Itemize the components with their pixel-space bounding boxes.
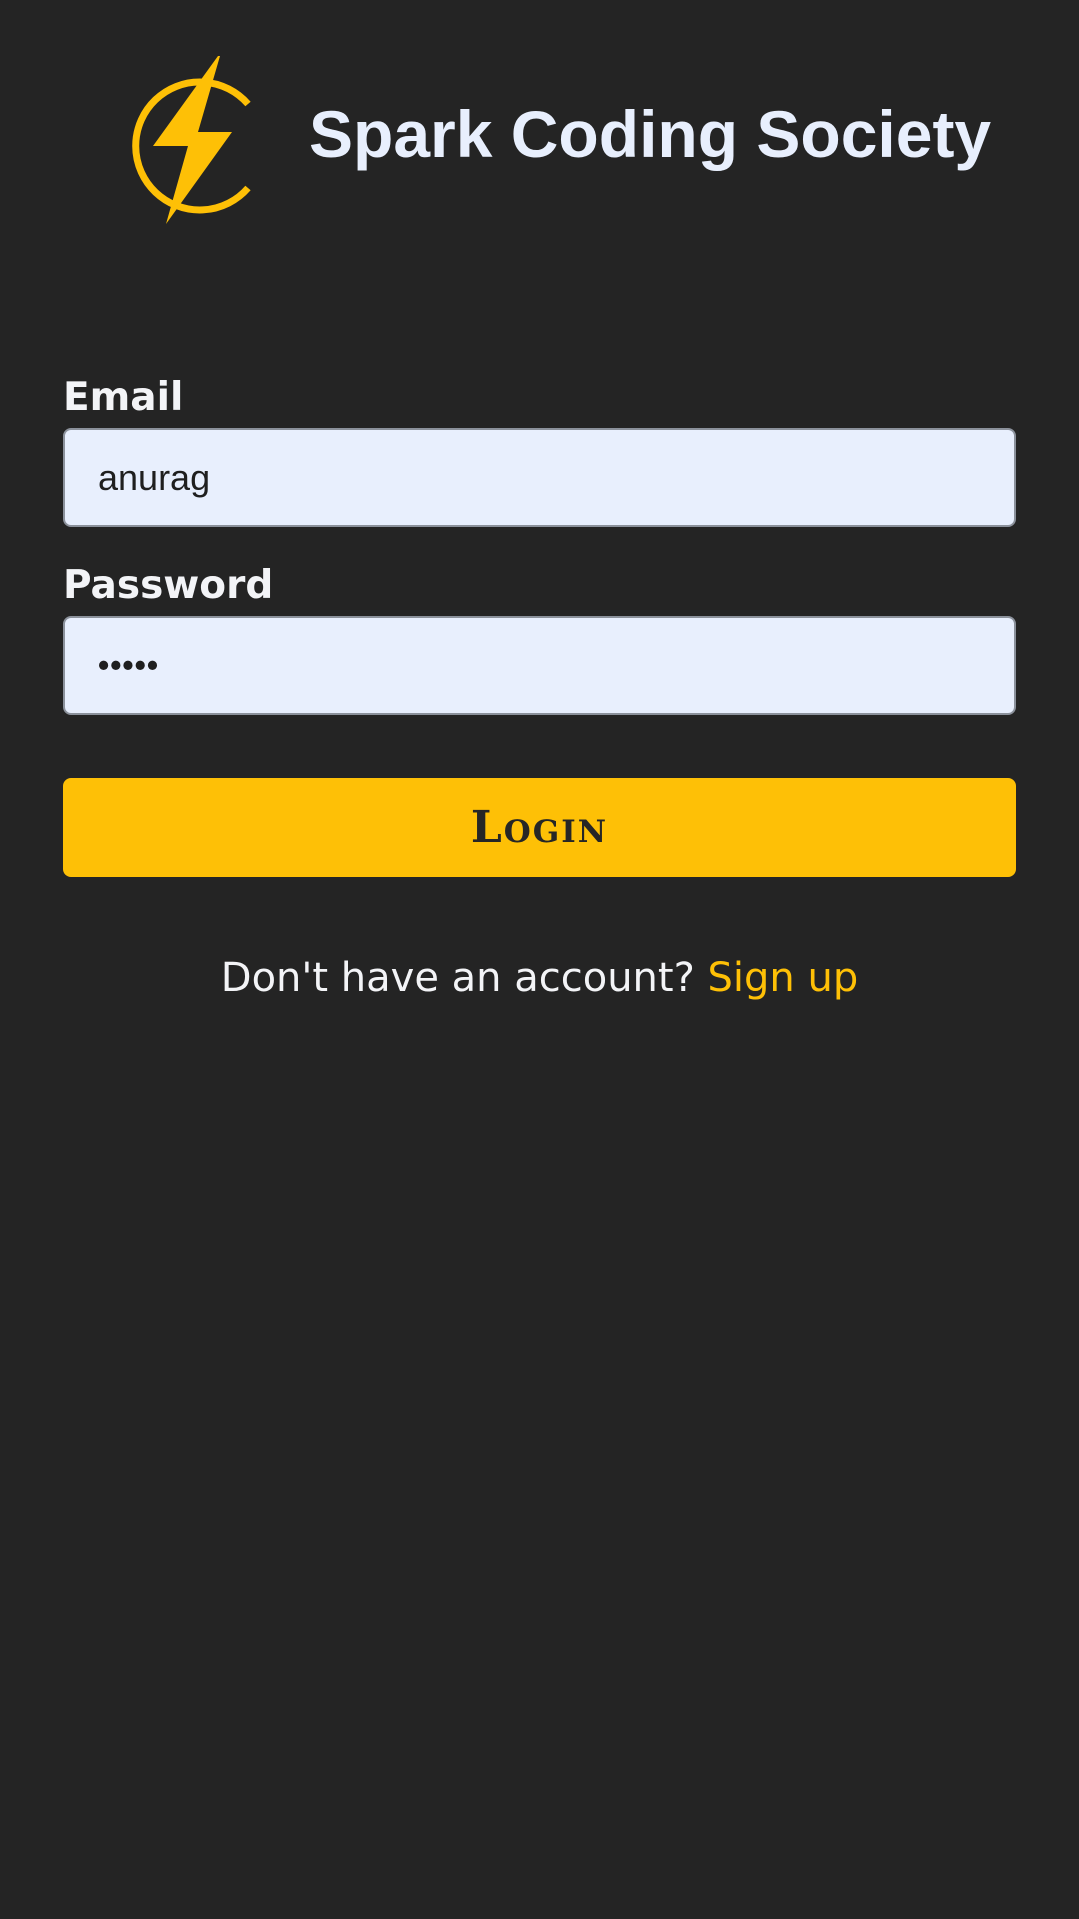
signup-link[interactable]: Sign up [708,955,859,1001]
login-form: Email anurag Password ••••• Login [63,370,1016,877]
signup-prompt-text: Don't have an account? [220,955,695,1001]
email-value: anurag [98,456,211,498]
header: Spark Coding Society [0,0,1079,260]
login-button-label: Login [470,802,609,853]
password-label: Password [63,563,274,608]
password-field[interactable]: ••••• [63,616,1016,715]
login-button[interactable]: Login [63,778,1016,877]
signup-prompt: Don't have an account? Sign up [0,950,1079,1006]
email-label: Email [63,375,184,420]
lightning-logo-icon [116,52,256,230]
app-title: Spark Coding Society [309,97,992,171]
password-value: ••••• [98,647,160,683]
email-field[interactable]: anurag [63,428,1016,527]
